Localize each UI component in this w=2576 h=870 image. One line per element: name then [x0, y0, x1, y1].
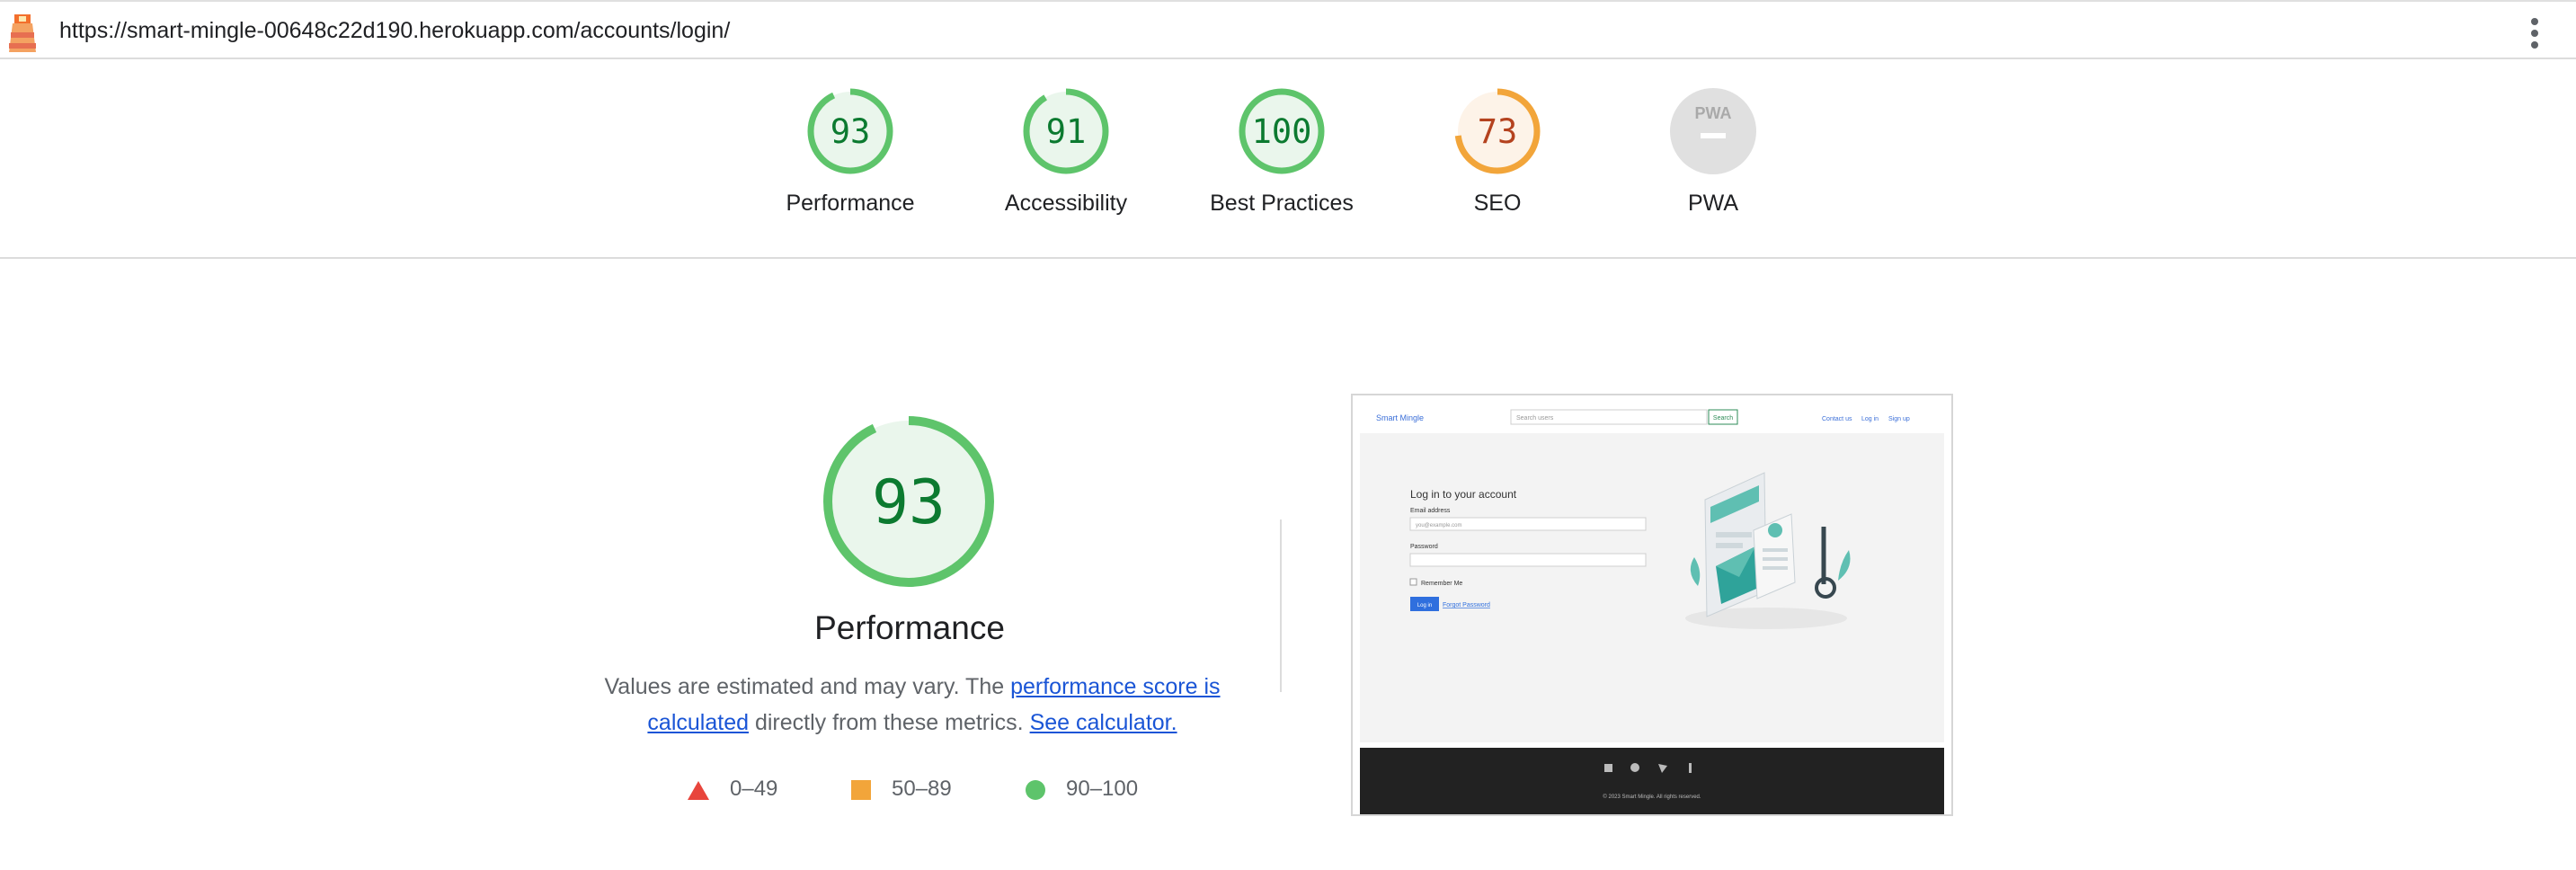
performance-title: Performance	[814, 609, 1005, 646]
gauge-label: SEO	[1473, 191, 1522, 216]
lighthouse-icon	[9, 14, 36, 52]
gauge-score: 73	[1478, 112, 1518, 151]
screenshot-remember: Remember Me	[1421, 581, 1462, 587]
legend-range: 0–49	[730, 777, 778, 801]
gauge-label: Accessibility	[1004, 191, 1128, 216]
screenshot-email-input: you@example.com	[1416, 523, 1461, 528]
gauge-ring: 91	[1023, 88, 1109, 174]
performance-score: 93	[872, 467, 946, 538]
screenshot-nav-login: Log in	[1861, 416, 1879, 422]
report-topbar: https://smart-mingle-00648c22d190.heroku…	[0, 0, 2576, 59]
screenshot-forgot: Forgot Password	[1443, 602, 1490, 608]
gauge-ring: 73	[1454, 88, 1541, 174]
gauge-pwa[interactable]: PWA PWA	[1614, 86, 1812, 217]
category-summary: 93 Performance 91 Accessibility 100 Best…	[0, 59, 2576, 259]
see-calculator-link[interactable]: See calculator.	[1030, 710, 1177, 735]
legend-range: 50–89	[892, 777, 952, 801]
gauge-ring: 100	[1239, 88, 1325, 174]
gauge-ring: 93	[807, 88, 893, 174]
performance-description: Values are estimated and may vary. The p…	[602, 669, 1222, 741]
screenshot-search: Search users	[1516, 415, 1554, 422]
screenshot-render: Smart Mingle Search users Search Contact…	[1353, 395, 1951, 814]
gauge-label: PWA	[1687, 191, 1739, 216]
gauge-label: Best Practices	[1210, 191, 1354, 216]
gauge-best-practices[interactable]: 100 Best Practices	[1183, 86, 1381, 217]
more-menu-icon[interactable]	[2531, 18, 2540, 49]
desc-text: Values are estimated and may vary. The	[604, 674, 1011, 699]
gauge-score: 100	[1252, 112, 1312, 151]
triangle-icon	[688, 780, 709, 800]
gauge-score: 93	[831, 112, 871, 151]
gauge-seo[interactable]: 73 SEO	[1399, 86, 1596, 217]
screenshot-footer: © 2023 Smart Mingle. All rights reserved…	[1603, 794, 1701, 800]
circle-icon	[1026, 779, 1045, 800]
vertical-divider	[1280, 519, 1282, 692]
final-screenshot[interactable]: Smart Mingle Search users Search Contact…	[1351, 394, 1953, 816]
screenshot-email-label: Email address	[1410, 508, 1451, 514]
report-url: https://smart-mingle-00648c22d190.heroku…	[59, 18, 731, 43]
legend-range: 90–100	[1066, 777, 1139, 801]
screenshot-nav-signup: Sign up	[1888, 416, 1910, 422]
square-icon	[851, 779, 871, 800]
screenshot-password-label: Password	[1410, 544, 1438, 550]
legend-average: 50–89	[850, 777, 952, 807]
gauge-performance[interactable]: 93 Performance	[751, 86, 949, 217]
legend-pass: 90–100	[1025, 777, 1138, 807]
desc-text: directly from these metrics.	[749, 710, 1030, 735]
performance-gauge: 93	[823, 416, 994, 587]
gauge-score: 91	[1046, 112, 1087, 151]
gauge-accessibility[interactable]: 91 Accessibility	[967, 86, 1165, 217]
screenshot-search-btn: Search	[1713, 415, 1733, 422]
screenshot-nav-contact: Contact us	[1822, 416, 1852, 422]
screenshot-login-btn: Log in	[1417, 603, 1432, 608]
pwa-badge-icon: PWA	[1670, 88, 1756, 174]
legend-fail: 0–49	[687, 777, 777, 807]
pwa-badge-text: PWA	[1694, 104, 1731, 122]
gauge-label: Performance	[786, 191, 915, 216]
screenshot-heading: Log in to your account	[1410, 488, 1517, 501]
screenshot-brand: Smart Mingle	[1376, 413, 1424, 422]
